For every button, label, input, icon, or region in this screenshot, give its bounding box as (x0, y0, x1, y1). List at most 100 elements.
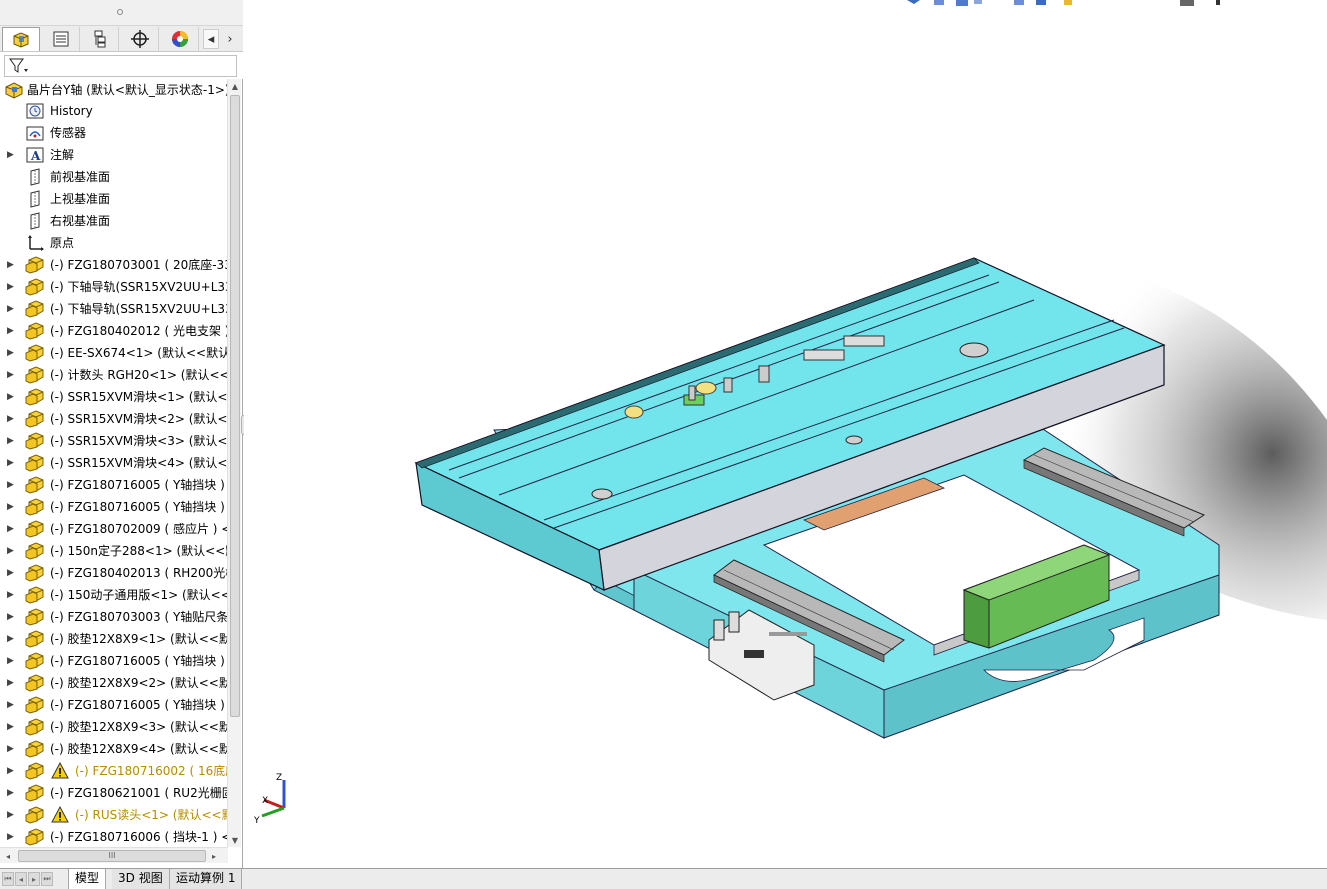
configuration-manager-tab[interactable] (81, 27, 119, 51)
expand-arrow-icon[interactable]: ▶ (7, 546, 15, 556)
tree-item[interactable]: ▶ (-) 胶垫12X8X9<3> (默认<<默 (0, 716, 228, 738)
tree-item[interactable]: ▶ (-) FZG180703003 ( Y轴贴尺条 ) (0, 606, 228, 628)
scroll-down-icon[interactable]: ▼ (228, 833, 242, 847)
tree-item-label: (-) FZG180716005 ( Y轴挡块 ) < (50, 654, 228, 668)
tree-item-label: (-) 150动子通用版<1> (默认<< (50, 588, 228, 602)
expand-arrow-icon[interactable]: ▶ (7, 392, 15, 402)
tree-item-label: (-) SSR15XVM滑块<1> (默认<< (50, 390, 228, 404)
splitter-grip-icon[interactable] (117, 9, 123, 15)
tree-item[interactable]: 传感器 (0, 122, 228, 144)
tree-item[interactable]: ▶ (-) 计数头 RGH20<1> (默认<< (0, 364, 228, 386)
expand-arrow-icon[interactable]: ▶ (7, 700, 15, 710)
tree-item[interactable]: ▶ (-) FZG180716006 ( 挡块-1 ) <1 (0, 826, 228, 847)
property-manager-tab[interactable] (42, 27, 80, 51)
tree-item[interactable]: ▶ (-) FZG180703001 ( 20底座-330 (0, 254, 228, 276)
expand-arrow-icon[interactable]: ▶ (7, 150, 15, 160)
cad-model-view[interactable]: Z X Y (244, 0, 1327, 868)
part-icon (25, 300, 45, 318)
tree-item[interactable]: ▶ (-) SSR15XVM滑块<4> (默认<< (0, 452, 228, 474)
tree-item[interactable]: ▶ (-) FZG180621001 ( RU2光栅固 (0, 782, 228, 804)
expand-arrow-icon[interactable]: ▶ (7, 502, 15, 512)
tree-item[interactable]: ▶ (-) SSR15XVM滑块<1> (默认<< (0, 386, 228, 408)
tree-item[interactable]: ▶ (-) FZG180716005 ( Y轴挡块 ) < (0, 496, 228, 518)
tree-item[interactable]: ▶ (-) SSR15XVM滑块<2> (默认<< (0, 408, 228, 430)
expand-arrow-icon[interactable]: ▶ (7, 612, 15, 622)
expand-arrow-icon[interactable]: ▶ (7, 458, 15, 468)
part-icon (25, 806, 45, 824)
expand-arrow-icon[interactable]: ▶ (7, 524, 15, 534)
first-tab-icon[interactable]: ⏮ (2, 872, 14, 886)
expand-arrow-icon[interactable]: ▶ (7, 282, 15, 292)
tree-horizontal-scrollbar[interactable]: ◂ III ▸ (0, 847, 228, 863)
view-toolbar[interactable] (907, 0, 1220, 6)
tree-item[interactable]: ▶ (-) 150n定子288<1> (默认<<默 (0, 540, 228, 562)
tree-item[interactable]: ▶ (-) FZG180716002 ( 16底座 (0, 760, 228, 782)
tree-item[interactable]: 原点 (0, 232, 228, 254)
tree-item[interactable]: ▶ (-) 胶垫12X8X9<4> (默认<<默 (0, 738, 228, 760)
expand-arrow-icon[interactable]: ▶ (7, 766, 15, 776)
expand-arrow-icon[interactable]: ▶ (7, 370, 15, 380)
tab-motion-study[interactable]: 运动算例 1 (170, 869, 243, 889)
tree-item[interactable]: ▶ (-) RUS读头<1> (默认<<默 (0, 804, 228, 826)
tab-scroll-right-icon[interactable]: › (222, 29, 238, 49)
tree-item[interactable]: ▶ (-) FZG180402013 ( RH200光栅 (0, 562, 228, 584)
panel-splitter[interactable] (0, 0, 243, 26)
feature-manager-tab[interactable] (2, 27, 40, 51)
expand-arrow-icon[interactable]: ▶ (7, 744, 15, 754)
expand-arrow-icon[interactable]: ▶ (7, 832, 15, 842)
tab-3d-view[interactable]: 3D 视图 (112, 869, 170, 889)
filter-icon[interactable] (8, 57, 30, 75)
display-manager-tab[interactable] (161, 27, 199, 51)
expand-arrow-icon[interactable]: ▶ (7, 656, 15, 666)
tree-item[interactable]: ▶ (-) FZG180402012 ( 光电支架 ) (0, 320, 228, 342)
tree-item[interactable]: 右视基准面 (0, 210, 228, 232)
prev-tab-icon[interactable]: ◂ (15, 872, 27, 886)
tree-item[interactable]: ▶ (-) FZG180716005 ( Y轴挡块 ) < (0, 694, 228, 716)
tree-item[interactable]: ▶ (-) FZG180716005 ( Y轴挡块 ) < (0, 474, 228, 496)
expand-arrow-icon[interactable]: ▶ (7, 304, 15, 314)
expand-arrow-icon[interactable]: ▶ (7, 810, 15, 820)
tree-item[interactable]: ▶ (-) EE-SX674<1> (默认<<默认_ (0, 342, 228, 364)
expand-arrow-icon[interactable]: ▶ (7, 722, 15, 732)
expand-arrow-icon[interactable]: ▶ (7, 348, 15, 358)
next-tab-icon[interactable]: ▸ (28, 872, 40, 886)
scroll-up-icon[interactable]: ▲ (228, 79, 242, 93)
scroll-thumb[interactable] (230, 95, 240, 717)
expand-arrow-icon[interactable]: ▶ (7, 568, 15, 578)
tree-root-assembly[interactable]: 晶片台Y轴 (默认<默认_显示状态-1>) (0, 79, 228, 101)
tree-item[interactable]: ▶ (-) 下轴导轨(SSR15XV2UU+L33 (0, 298, 228, 320)
expand-arrow-icon[interactable]: ▶ (7, 260, 15, 270)
tree-item[interactable]: History (0, 100, 228, 122)
tab-scroll-left-icon[interactable]: ◂ (203, 29, 219, 49)
tree-item[interactable]: ▶ (-) FZG180702009 ( 感应片 ) <1 (0, 518, 228, 540)
dimxpert-tab[interactable] (121, 27, 159, 51)
tree-vertical-scrollbar[interactable]: ▲ ▼ (227, 79, 241, 847)
expand-arrow-icon[interactable]: ▶ (7, 326, 15, 336)
expand-arrow-icon[interactable]: ▶ (7, 414, 15, 424)
scroll-left-icon[interactable]: ◂ (0, 848, 16, 864)
tree-item[interactable]: ▶ (-) 下轴导轨(SSR15XV2UU+L33 (0, 276, 228, 298)
tab-model[interactable]: 模型 (68, 869, 107, 889)
expand-arrow-icon[interactable]: ▶ (7, 480, 15, 490)
last-tab-icon[interactable]: ⏭ (41, 872, 53, 886)
tree-item[interactable]: ▶ A 注解 (0, 144, 228, 166)
expand-arrow-icon[interactable]: ▶ (7, 590, 15, 600)
tree-item[interactable]: ▶ (-) 150动子通用版<1> (默认<< (0, 584, 228, 606)
tree-item[interactable]: 上视基准面 (0, 188, 228, 210)
tree-item[interactable]: ▶ (-) 胶垫12X8X9<1> (默认<<默 (0, 628, 228, 650)
expand-arrow-icon[interactable]: ▶ (7, 436, 15, 446)
expand-arrow-icon[interactable]: ▶ (7, 678, 15, 688)
expand-arrow-icon[interactable]: ▶ (7, 634, 15, 644)
scroll-right-icon[interactable]: ▸ (206, 848, 222, 864)
tree-root-label: 晶片台Y轴 (默认<默认_显示状态-1>) (27, 83, 228, 97)
filter-input[interactable] (4, 55, 237, 77)
tree-item[interactable]: ▶ (-) 胶垫12X8X9<2> (默认<<默 (0, 672, 228, 694)
hscroll-thumb[interactable]: III (18, 850, 206, 862)
tree-item[interactable]: ▶ (-) FZG180716005 ( Y轴挡块 ) < (0, 650, 228, 672)
tree-item-label: 原点 (50, 236, 75, 250)
part-icon (25, 828, 45, 846)
graphics-area[interactable]: Z X Y (244, 0, 1327, 868)
expand-arrow-icon[interactable]: ▶ (7, 788, 15, 798)
tree-item[interactable]: 前视基准面 (0, 166, 228, 188)
tree-item[interactable]: ▶ (-) SSR15XVM滑块<3> (默认<< (0, 430, 228, 452)
